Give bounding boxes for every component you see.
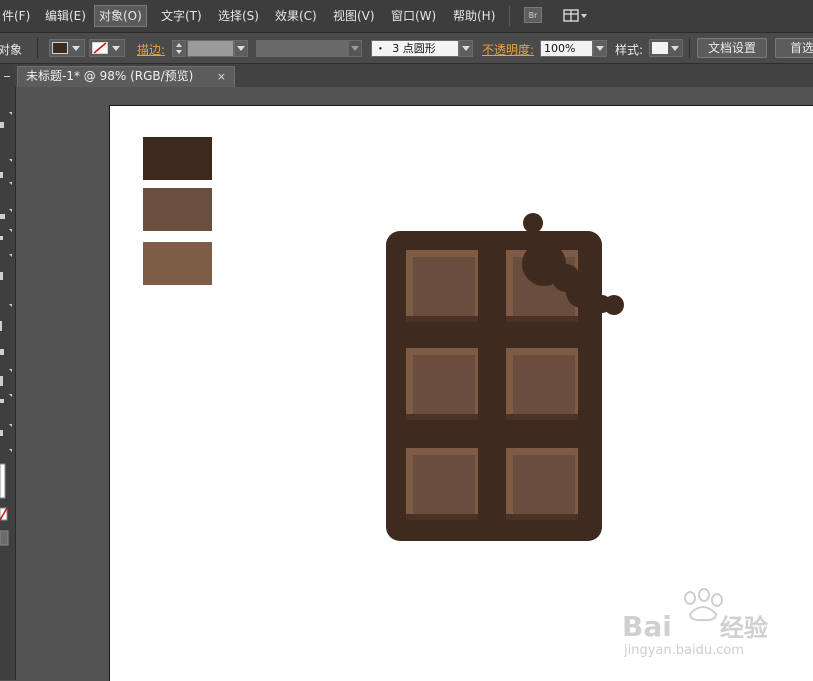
baidu-jingyan-watermark: Bai 经验 jingyan.baidu.com: [620, 588, 790, 668]
menu-select[interactable]: 选择(S): [214, 6, 263, 26]
chevron-down-icon: [112, 46, 120, 51]
variable-width-profile[interactable]: [256, 40, 348, 57]
control-bar: 对象 描边: • 3 点圆形 不透明度: 100% 样式: 文档设置 首选: [0, 33, 813, 64]
stroke-label[interactable]: 描边:: [137, 41, 165, 58]
document-tab-strip: 未标题-1* @ 98% (RGB/预览) ×: [15, 64, 813, 87]
chevron-down-icon: [72, 46, 80, 51]
bite-crumb: [604, 295, 624, 315]
menu-separator: [509, 6, 510, 26]
menu-bar: 件(F) 编辑(E) 对象(O) 文字(T) 选择(S) 效果(C) 视图(V)…: [0, 0, 813, 33]
document-setup-button[interactable]: 文档设置: [697, 38, 767, 58]
tool-icons: [0, 76, 12, 546]
chocolate-square: [506, 242, 598, 322]
tools-panel: [0, 64, 16, 680]
bite-crumb: [522, 242, 566, 286]
bite-crumb: [593, 295, 611, 313]
opacity-dropdown[interactable]: [593, 40, 607, 57]
watermark-url: jingyan.baidu.com: [624, 643, 744, 658]
watermark-brand-left: Bai: [622, 610, 672, 643]
stroke-weight-dropdown[interactable]: [234, 40, 248, 57]
chocolate-bar-frame: [386, 231, 602, 541]
brush-dropdown[interactable]: [459, 40, 473, 57]
brush-dot-icon: •: [378, 44, 383, 54]
style-label: 样式:: [615, 43, 644, 57]
profile-dropdown[interactable]: [348, 40, 362, 57]
dark-brown-swatch[interactable]: [143, 137, 212, 180]
style-swatch: [652, 42, 668, 54]
chevron-down-icon: [237, 46, 245, 51]
stroke-weight-field[interactable]: [187, 40, 234, 57]
menu-view[interactable]: 视图(V): [329, 6, 379, 26]
chevron-down-icon: [596, 46, 604, 51]
bite-crumb: [523, 213, 543, 233]
workspace-switcher-icon[interactable]: [563, 8, 591, 24]
light-brown-swatch[interactable]: [143, 242, 212, 285]
stroke-weight-stepper[interactable]: [172, 40, 186, 57]
chevron-down-icon: [351, 46, 359, 51]
stroke-color-button[interactable]: [89, 39, 125, 57]
brush-definition-field[interactable]: • 3 点圆形: [371, 40, 459, 57]
chevron-down-icon: [462, 46, 470, 51]
menu-object[interactable]: 对象(O): [94, 5, 147, 27]
document-tab[interactable]: 未标题-1* @ 98% (RGB/预览) ×: [17, 66, 235, 87]
menu-effect[interactable]: 效果(C): [271, 6, 321, 26]
no-stroke-icon: [92, 42, 108, 54]
close-icon[interactable]: ×: [217, 67, 226, 86]
menu-window[interactable]: 窗口(W): [387, 6, 440, 26]
preferences-button[interactable]: 首选: [775, 38, 813, 58]
chocolate-square: [506, 448, 578, 520]
document-tab-title: 未标题-1* @ 98% (RGB/预览): [26, 69, 194, 83]
object-type-label: 对象: [0, 43, 23, 57]
opacity-label[interactable]: 不透明度:: [482, 41, 534, 58]
bridge-button[interactable]: Br: [524, 7, 542, 23]
medium-brown-swatch[interactable]: [143, 188, 212, 231]
chevron-down-icon: [671, 46, 679, 51]
chocolate-square: [406, 448, 478, 520]
watermark-brand-right: 经验: [719, 614, 768, 642]
brush-value: 3 点圆形: [392, 42, 436, 55]
control-separator: [689, 38, 690, 58]
chocolate-square: [506, 348, 578, 420]
menu-file[interactable]: 件(F): [0, 6, 34, 26]
opacity-field[interactable]: 100%: [540, 40, 593, 57]
menu-edit[interactable]: 编辑(E): [41, 6, 90, 26]
chocolate-square: [406, 348, 478, 420]
chocolate-square: [406, 250, 478, 322]
menu-help[interactable]: 帮助(H): [449, 6, 499, 26]
fill-color-button[interactable]: [49, 39, 85, 57]
fill-swatch: [52, 42, 68, 54]
menu-type[interactable]: 文字(T): [157, 6, 206, 26]
control-separator: [37, 38, 38, 58]
bite-crumb: [566, 276, 598, 308]
graphic-style-button[interactable]: [649, 39, 683, 57]
